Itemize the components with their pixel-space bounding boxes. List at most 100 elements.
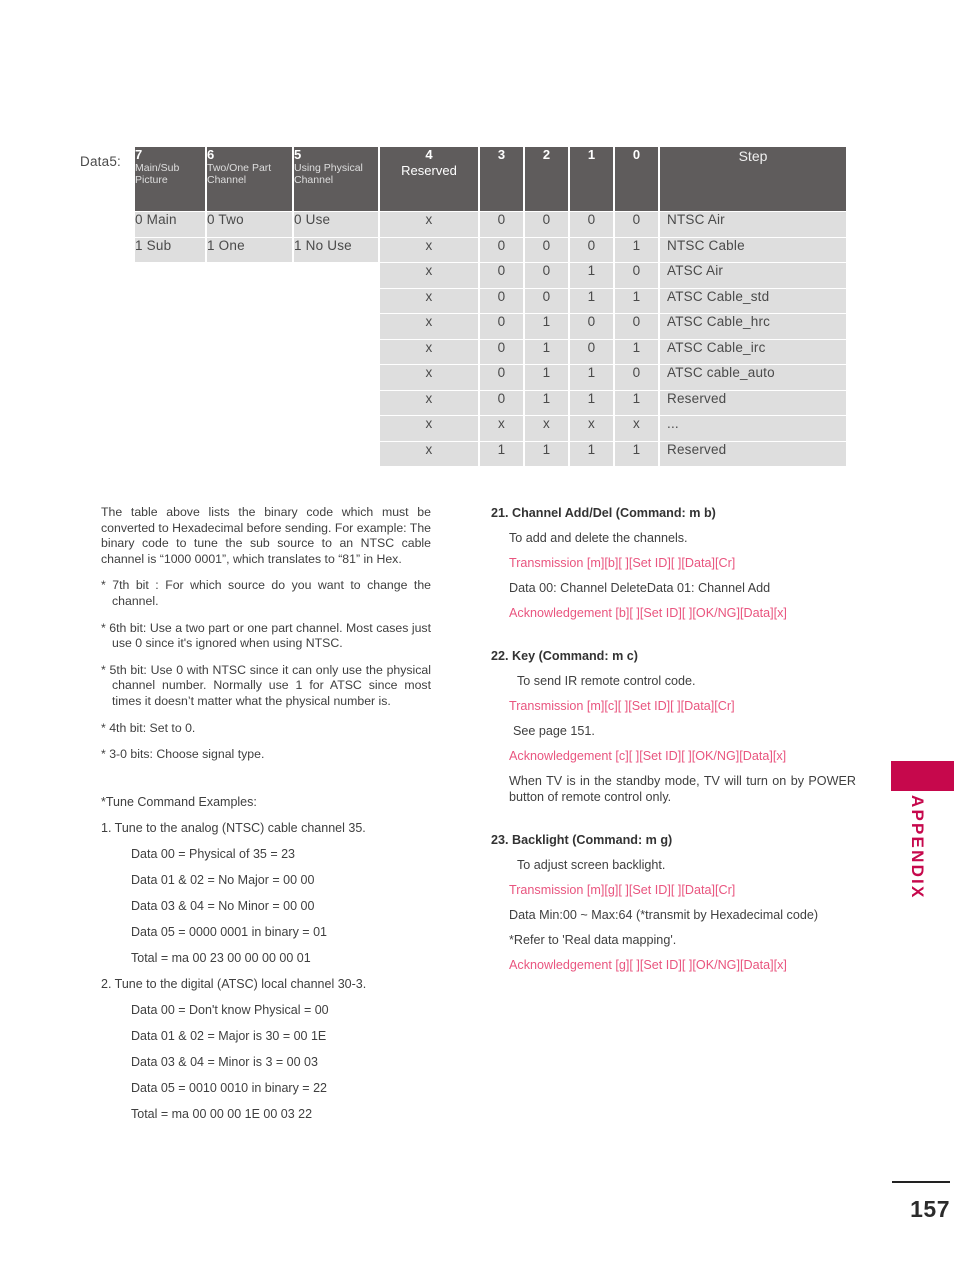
table-row: x 1 1 1 1 Reserved	[135, 441, 846, 466]
cell-bit-2: 1	[525, 441, 568, 466]
cell-bit-0: 0	[615, 365, 658, 390]
header-bit-6-sub2: Channel	[207, 174, 247, 186]
cell-bit-5	[294, 441, 378, 466]
cell-bit-0: 1	[615, 390, 658, 415]
right-text-column: 21. Channel Add/Del (Command: m b) To ad…	[491, 505, 856, 1000]
section-21: 21. Channel Add/Del (Command: m b) To ad…	[491, 505, 856, 621]
example-2-title: 2. Tune to the digital (ATSC) local chan…	[101, 976, 367, 991]
cell-bit-2: 1	[525, 339, 568, 364]
cell-bit-7	[135, 288, 205, 313]
header-bit-0: 0	[615, 147, 658, 211]
header-step-label: Step	[738, 148, 768, 164]
section-22-title: 22. Key (Command: m c)	[491, 649, 638, 663]
section-22-note: When TV is in the standby mode, TV will …	[509, 774, 856, 804]
cell-bit-4: x	[380, 212, 478, 237]
section-23-acknowledgement: Acknowledgement [g][ ][Set ID][ ][OK/NG]…	[509, 958, 787, 972]
section-21-description: To add and delete the channels.	[509, 531, 688, 545]
cell-step: NTSC Cable	[660, 237, 846, 262]
header-bit-4-sub: Reserved	[401, 163, 457, 178]
cell-bit-4: x	[380, 314, 478, 339]
cell-bit-1: 0	[570, 314, 613, 339]
cell-bit-1: 0	[570, 339, 613, 364]
table-row: x 0 1 0 1 ATSC Cable_irc	[135, 339, 846, 364]
header-bit-6-num: 6	[207, 147, 215, 162]
example-1-line-4: Data 05 = 0000 0001 in binary = 01	[131, 924, 327, 939]
cell-bit-5	[294, 416, 378, 441]
footer-rule	[892, 1181, 950, 1183]
cell-bit-3: x	[480, 416, 523, 441]
intro-paragraph: The table above lists the binary code wh…	[101, 505, 431, 566]
cell-bit-0: 1	[615, 288, 658, 313]
example-1-line-2: Data 01 & 02 = No Major = 00 00	[131, 872, 315, 887]
header-bit-5-num: 5	[294, 147, 302, 162]
table-row: x 0 1 0 0 ATSC Cable_hrc	[135, 314, 846, 339]
section-21-data-line: Data 00: Channel DeleteData 01: Channel …	[509, 581, 771, 595]
cell-bit-6	[207, 365, 292, 390]
cell-bit-1: 0	[570, 237, 613, 262]
section-23-data-line: Data Min:00 ~ Max:64 (*transmit by Hexad…	[509, 908, 819, 922]
cell-bit-1: 1	[570, 288, 613, 313]
cell-bit-6	[207, 390, 292, 415]
section-21-transmission: Transmission [m][b][ ][Set ID][ ][Data][…	[509, 556, 736, 570]
section-22-acknowledgement: Acknowledgement [c][ ][Set ID][ ][OK/NG]…	[509, 749, 787, 763]
cell-bit-2: 0	[525, 263, 568, 288]
cell-bit-6	[207, 441, 292, 466]
cell-bit-0: 1	[615, 441, 658, 466]
cell-step: ATSC Cable_irc	[660, 339, 846, 364]
cell-bit-7	[135, 390, 205, 415]
header-bit-2: 2	[525, 147, 568, 211]
cell-bit-4: x	[380, 441, 478, 466]
cell-bit-4: x	[380, 288, 478, 313]
page-number: 157	[910, 1196, 950, 1222]
cell-step: ATSC cable_auto	[660, 365, 846, 390]
table-row: 0 Main 0 Two 0 Use x 0 0 0 0 NTSC Air	[135, 212, 846, 237]
cell-bit-5: 1 No Use	[294, 237, 378, 262]
cell-bit-7: 1 Sub	[135, 237, 205, 262]
example-2-line-4: Data 05 = 0010 0010 in binary = 22	[131, 1080, 327, 1095]
cell-bit-4: x	[380, 237, 478, 262]
table-row: x 0 1 1 0 ATSC cable_auto	[135, 365, 846, 390]
cell-bit-1: x	[570, 416, 613, 441]
cell-bit-2: x	[525, 416, 568, 441]
header-bit-1: 1	[570, 147, 613, 211]
header-bit-1-num: 1	[587, 147, 596, 162]
bullet-bit-4: * 4th bit: Set to 0.	[101, 720, 196, 735]
header-bit-7-num: 7	[135, 147, 143, 162]
cell-step: ATSC Cable_hrc	[660, 314, 846, 339]
example-2-line-3: Data 03 & 04 = Minor is 3 = 00 03	[131, 1054, 318, 1069]
cell-bit-7	[135, 365, 205, 390]
cell-bit-4: x	[380, 263, 478, 288]
cell-bit-6: 0 Two	[207, 212, 292, 237]
cell-bit-3: 0	[480, 263, 523, 288]
table-row: x 0 0 1 0 ATSC Air	[135, 263, 846, 288]
cell-bit-3: 0	[480, 365, 523, 390]
table-body: 0 Main 0 Two 0 Use x 0 0 0 0 NTSC Air 1 Sub 1 One 1…	[135, 212, 846, 466]
cell-bit-0: 1	[615, 237, 658, 262]
cell-bit-5	[294, 314, 378, 339]
appendix-sidebar-label: APPENDIX	[908, 795, 927, 900]
cell-bit-3: 0	[480, 212, 523, 237]
table-row: x 0 0 1 1 ATSC Cable_std	[135, 288, 846, 313]
document-page: Data5: 7 Main/Sub Picture 6 Two/One Part…	[0, 0, 954, 1272]
section-23: 23. Backlight (Command: m g) To adjust s…	[491, 832, 856, 973]
example-2-line-5: Total = ma 00 00 00 1E 00 03 22	[131, 1106, 313, 1121]
bullet-bit-7: * 7th bit : For which source do you want…	[101, 578, 431, 608]
cell-bit-3: 0	[480, 390, 523, 415]
cell-bit-2: 0	[525, 237, 568, 262]
table-row: x x x x x...	[135, 416, 846, 441]
cell-bit-4: x	[380, 339, 478, 364]
section-23-transmission: Transmission [m][g][ ][Set ID][ ][Data][…	[509, 883, 736, 897]
cell-bit-0: 1	[615, 339, 658, 364]
cell-bit-7	[135, 314, 205, 339]
section-22-description: To send IR remote control code.	[517, 674, 696, 688]
section-22: 22. Key (Command: m c) To send IR remote…	[491, 648, 856, 805]
example-2-line-1: Data 00 = Don't know Physical = 00	[131, 1002, 329, 1017]
table-header-row: 7 Main/Sub Picture 6 Two/One Part Channe…	[135, 147, 846, 211]
table-header: 7 Main/Sub Picture 6 Two/One Part Channe…	[135, 147, 846, 211]
cell-bit-0: x	[615, 416, 658, 441]
cell-bit-5	[294, 390, 378, 415]
cell-bit-5	[294, 339, 378, 364]
header-bit-5-sub2: Channel	[294, 174, 334, 186]
cell-bit-0: 0	[615, 212, 658, 237]
